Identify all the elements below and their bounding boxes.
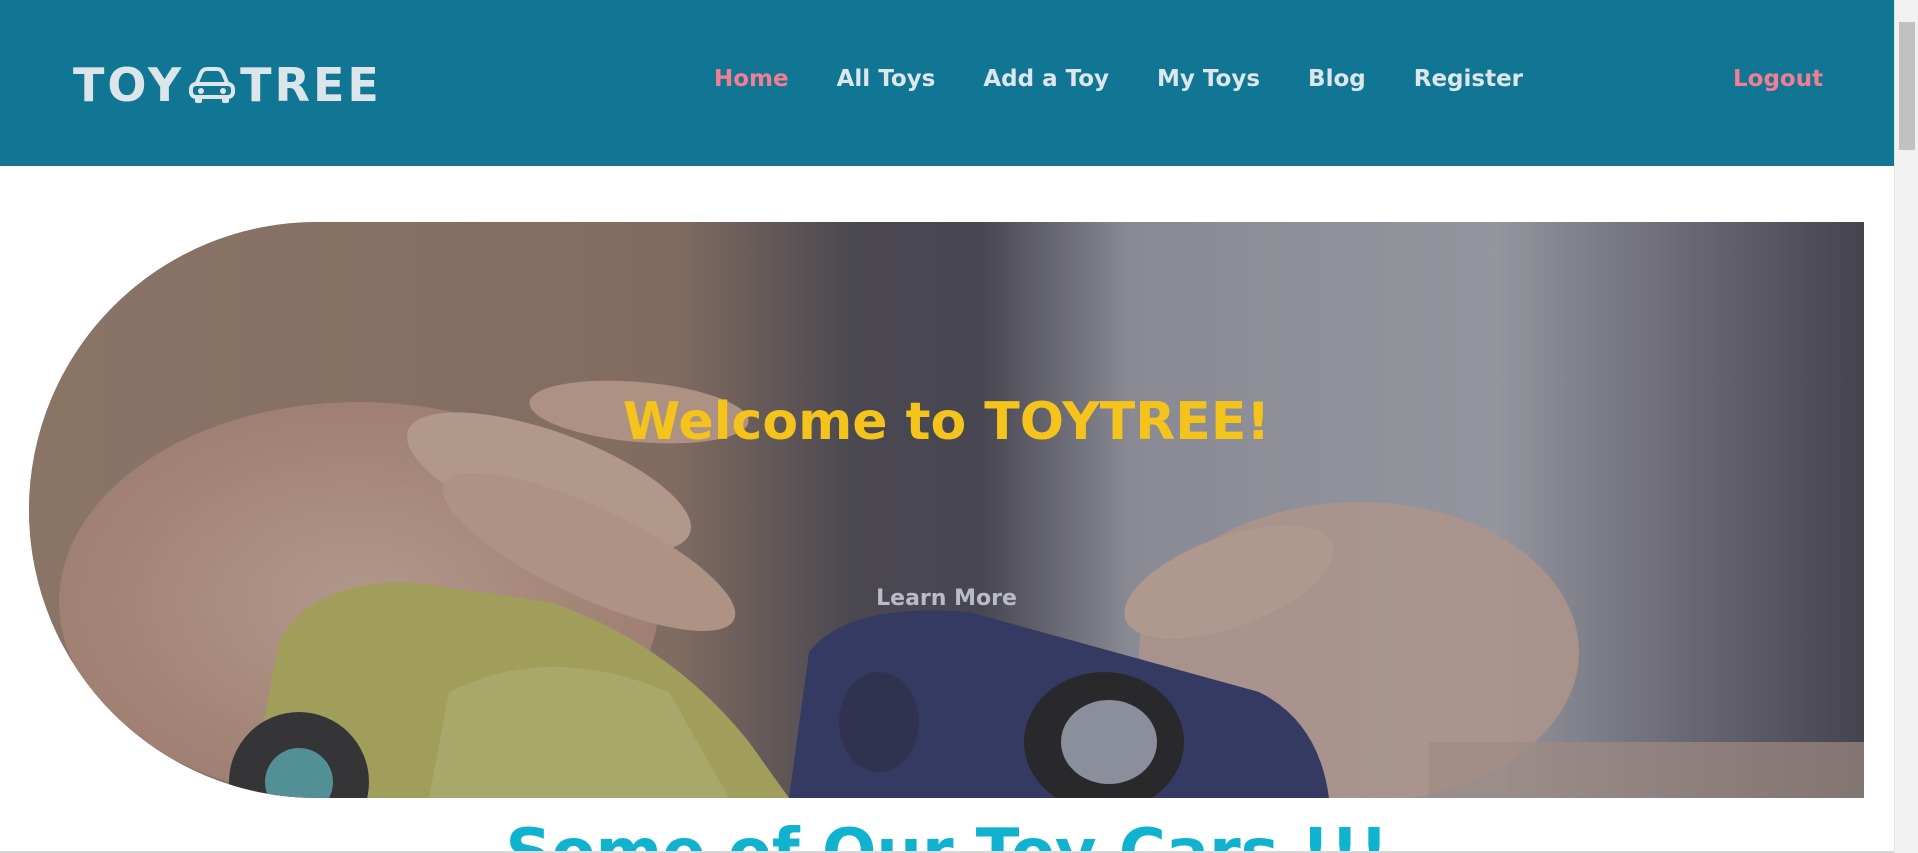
learn-more-button[interactable]: Learn More (29, 586, 1864, 611)
hero-banner: Welcome to TOYTREE! Learn More (29, 222, 1864, 798)
logo-text-left: TOY (73, 58, 185, 112)
nav-link-all-toys[interactable]: All Toys (837, 66, 936, 92)
toy-cars-heading: Some of Our Toy Cars !!! (505, 816, 1389, 853)
car-icon (189, 67, 236, 103)
hero-title: Welcome to TOYTREE! (622, 392, 1271, 452)
nav-menu: Home All Toys Add a Toy My Toys Blog Reg… (714, 66, 1571, 92)
nav-link-blog[interactable]: Blog (1308, 66, 1366, 92)
nav-link-my-toys[interactable]: My Toys (1157, 66, 1260, 92)
site-logo[interactable]: TOY TREE (73, 58, 382, 112)
nav-link-home[interactable]: Home (714, 66, 789, 92)
logout-button[interactable]: Logout (1733, 66, 1823, 92)
logo-text-right: TREE (240, 58, 382, 112)
nav-link-add-a-toy[interactable]: Add a Toy (983, 66, 1109, 92)
scrollbar-thumb[interactable] (1899, 22, 1915, 150)
page-scrollbar[interactable] (1894, 0, 1918, 853)
navbar: TOY TREE Home All Toys Add a Toy My Toys… (0, 0, 1894, 166)
nav-link-register[interactable]: Register (1414, 66, 1523, 92)
